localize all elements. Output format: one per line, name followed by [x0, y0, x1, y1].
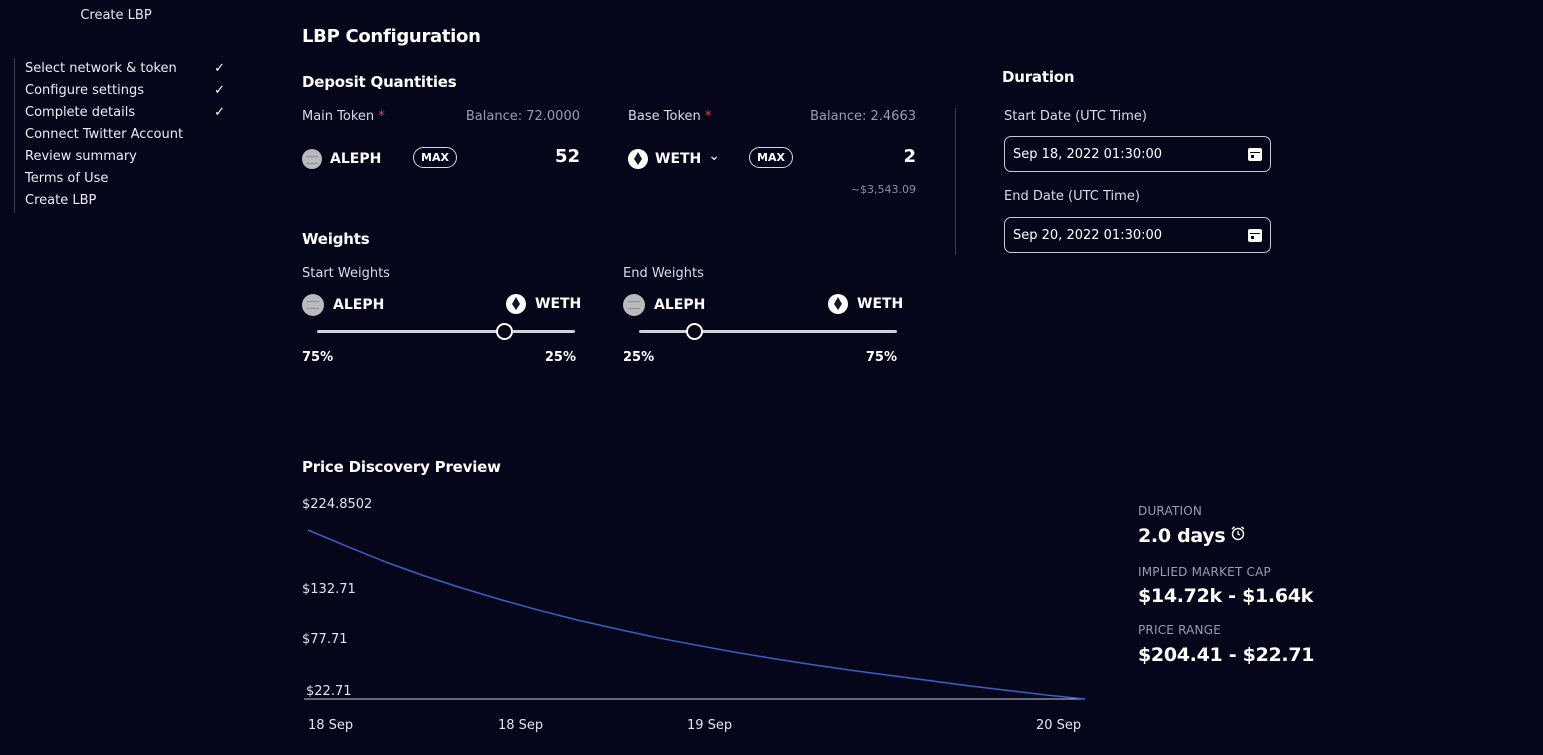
start-date-label: Start Date (UTC Time)	[1004, 109, 1147, 124]
start-left-token: ALEPH	[302, 294, 384, 316]
start-weight-slider-thumb[interactable]	[496, 323, 513, 340]
step-label: Select network & token	[25, 60, 177, 76]
base-token-selector[interactable]: WETH ⌄	[628, 148, 721, 169]
step-complete-details[interactable]: Complete details ✓	[25, 102, 225, 122]
eth-token-icon	[628, 149, 648, 169]
start-left-token-symbol: ALEPH	[333, 297, 385, 313]
base-amount-input[interactable]: 2	[816, 146, 916, 167]
base-token-symbol: WETH	[655, 151, 702, 167]
eth-token-icon	[828, 294, 848, 314]
sidebar-title: Create LBP	[80, 8, 152, 23]
market-cap-value: $14.72k - $1.64k	[1138, 585, 1314, 607]
check-icon: ✓	[214, 60, 225, 76]
eth-token-icon	[506, 294, 526, 314]
start-right-pct: 25%	[544, 350, 576, 365]
step-terms-of-use[interactable]: Terms of Use	[25, 168, 225, 188]
check-icon: ✓	[214, 104, 225, 120]
start-date-value: Sep 18, 2022 01:30:00	[1013, 146, 1163, 162]
x-tick-label: 20 Sep	[1036, 718, 1081, 733]
base-token-balance: Balance: 2.4663	[810, 109, 916, 124]
end-right-token: WETH	[828, 294, 903, 314]
required-marker: *	[704, 109, 712, 124]
weights-title: Weights	[302, 230, 370, 248]
main-amount-input[interactable]: 52	[480, 146, 580, 167]
end-right-token-symbol: WETH	[857, 296, 904, 312]
step-create-lbp[interactable]: Create LBP	[25, 190, 225, 210]
calendar-icon[interactable]	[1248, 147, 1262, 161]
step-review-summary[interactable]: Review summary	[25, 146, 225, 166]
end-right-pct: 75%	[865, 350, 897, 365]
start-left-pct: 75%	[302, 350, 334, 365]
start-weights-label: Start Weights	[302, 266, 390, 281]
required-marker: *	[378, 109, 385, 124]
start-date-field[interactable]: Sep 18, 2022 01:30:00	[1004, 136, 1271, 172]
y-tick-label: $132.71	[302, 582, 356, 597]
y-tick-label: $77.71	[302, 632, 348, 647]
step-label: Configure settings	[25, 82, 144, 98]
duration-stat: 2.0 days	[1138, 525, 1246, 547]
end-weight-slider[interactable]	[639, 330, 897, 333]
duration-title: Duration	[1002, 68, 1075, 86]
step-label: Review summary	[25, 148, 137, 164]
duration-stat-value: 2.0 days	[1138, 525, 1226, 547]
base-max-button[interactable]: MAX	[749, 147, 793, 168]
step-label: Complete details	[25, 104, 136, 120]
base-token-label: Base Token *	[628, 109, 712, 124]
y-tick-label: $22.71	[306, 684, 352, 699]
main-token-label: Main Token *	[302, 109, 385, 124]
price-series-line	[307, 529, 1086, 700]
aleph-token-icon	[623, 294, 645, 316]
deposit-title: Deposit Quantities	[302, 73, 457, 91]
start-right-token-symbol: WETH	[535, 296, 582, 312]
price-chart: $224.8502 $132.71 $77.71 $22.71 18 Sep 1…	[302, 497, 1086, 733]
end-date-label: End Date (UTC Time)	[1004, 189, 1140, 204]
aleph-token-icon	[302, 294, 324, 316]
end-date-value: Sep 20, 2022 01:30:00	[1013, 227, 1163, 243]
preview-title: Price Discovery Preview	[302, 458, 501, 476]
end-weight-slider-thumb[interactable]	[686, 323, 703, 340]
main-token-balance: Balance: 72.0000	[465, 109, 580, 124]
step-label: Connect Twitter Account	[25, 126, 184, 142]
main-token-symbol: ALEPH	[330, 151, 382, 167]
step-label: Create LBP	[25, 192, 97, 208]
check-icon: ✓	[214, 82, 225, 98]
alarm-clock-icon	[1231, 526, 1245, 541]
duration-stat-label: DURATION	[1138, 504, 1203, 518]
calendar-icon[interactable]	[1248, 228, 1262, 242]
end-left-pct: 25%	[623, 350, 655, 365]
main-max-button[interactable]: MAX	[413, 147, 457, 168]
main-token-selector: ALEPH	[302, 149, 381, 169]
chevron-down-icon: ⌄	[708, 148, 721, 164]
step-list: Select network & token ✓ Configure setti…	[14, 58, 227, 213]
page-title: LBP Configuration	[302, 26, 481, 47]
x-tick-label: 18 Sep	[308, 718, 353, 733]
x-tick-label: 18 Sep	[498, 718, 543, 733]
aleph-token-icon	[302, 149, 322, 169]
start-weight-slider[interactable]	[317, 330, 575, 333]
end-left-token-symbol: ALEPH	[654, 297, 706, 313]
y-tick-label: $224.8502	[302, 497, 372, 512]
end-weights-label: End Weights	[623, 266, 704, 281]
step-configure-settings[interactable]: Configure settings ✓	[25, 80, 225, 100]
x-tick-label: 19 Sep	[687, 718, 732, 733]
end-date-field[interactable]: Sep 20, 2022 01:30:00	[1004, 217, 1271, 253]
step-select-network[interactable]: Select network & token ✓	[25, 58, 225, 78]
end-left-token: ALEPH	[623, 294, 705, 316]
step-label: Terms of Use	[25, 170, 109, 186]
market-cap-label: IMPLIED MARKET CAP	[1138, 565, 1271, 579]
price-range-label: PRICE RANGE	[1138, 623, 1222, 637]
base-usd-value: ~$3,543.09	[850, 183, 916, 196]
price-range-value: $204.41 - $22.71	[1138, 644, 1315, 666]
section-divider	[955, 108, 956, 255]
step-connect-twitter[interactable]: Connect Twitter Account	[25, 124, 225, 144]
start-right-token: WETH	[506, 294, 581, 314]
